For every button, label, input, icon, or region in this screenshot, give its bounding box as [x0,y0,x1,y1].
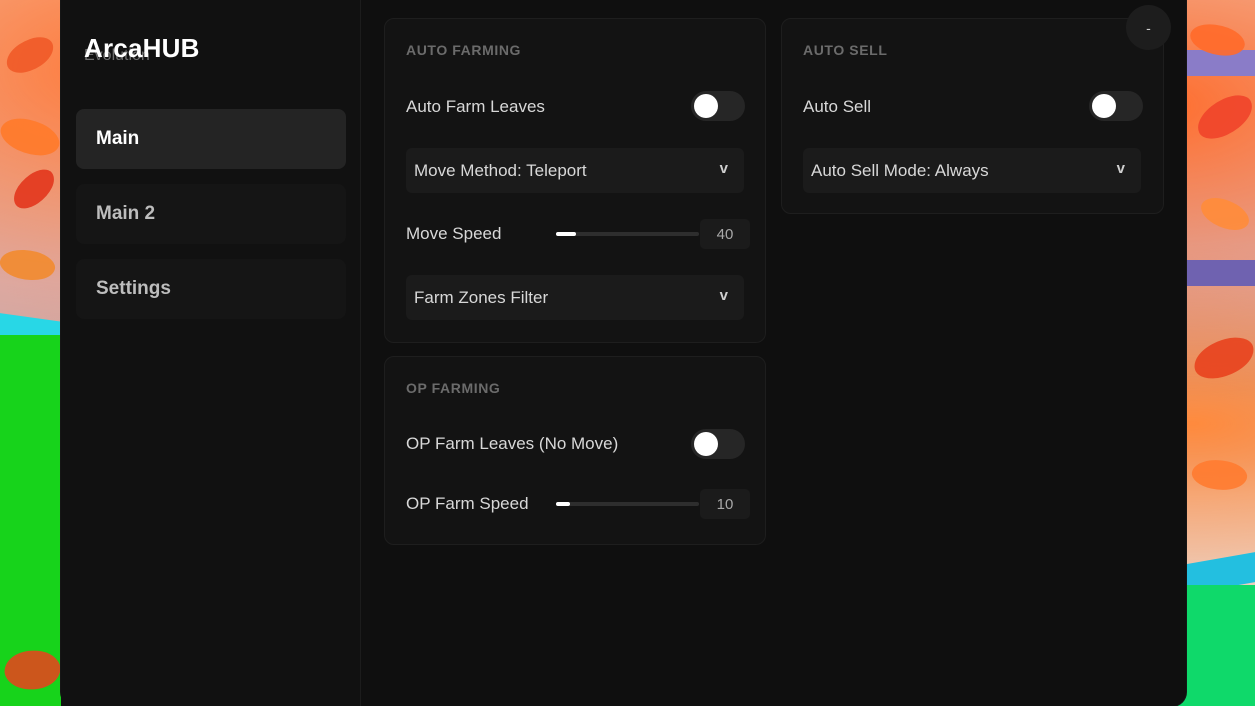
move-speed-slider[interactable] [556,232,699,236]
sidebar: Evolution ArcaHUB Main Main 2 Settings [61,0,361,706]
leaf-decoration [1190,88,1255,146]
chevron-down-icon: v [719,287,728,304]
sidebar-item-main-2[interactable]: Main 2 [76,184,346,244]
chevron-down-icon: v [719,160,728,177]
leaf-decoration [6,163,62,215]
dropdown-label: Farm Zones Filter [414,287,549,307]
section-title: OP FARMING [406,380,501,396]
chevron-down-icon: v [1116,160,1125,177]
move-speed-value[interactable]: 40 [700,219,750,249]
leaf-decoration [1196,189,1254,239]
auto-farm-leaves-toggle[interactable] [691,91,745,121]
op-farming-section: OP FARMING OP Farm Leaves (No Move) OP F… [384,356,766,545]
slider-fill [556,502,571,506]
hub-window: Evolution ArcaHUB Main Main 2 Settings A… [61,0,1186,706]
leaf-decoration [1,32,59,78]
minimize-button[interactable]: - [1126,5,1171,50]
app-title: ArcaHUB [84,33,200,63]
auto-sell-label: Auto Sell [803,97,872,116]
toggle-knob [694,432,718,456]
farm-zones-filter-dropdown[interactable]: Farm Zones Filter v [406,275,744,320]
auto-sell-toggle[interactable] [1089,91,1143,121]
op-farm-leaves-toggle[interactable] [691,429,745,459]
op-farm-speed-value[interactable]: 10 [700,489,750,519]
sidebar-item-main[interactable]: Main [76,109,346,169]
sidebar-item-settings[interactable]: Settings [76,259,346,319]
move-speed-label: Move Speed [406,224,502,243]
background-stripe [1175,260,1255,286]
op-farm-speed-label: OP Farm Speed [406,494,529,513]
move-method-dropdown[interactable]: Move Method: Teleport v [406,148,744,193]
leaf-decoration [1189,332,1255,384]
dropdown-label: Auto Sell Mode: Always [811,160,989,180]
toggle-knob [694,94,718,118]
dropdown-label: Move Method: Teleport [414,160,587,180]
auto-farming-section: AUTO FARMING Auto Farm Leaves Move Metho… [384,18,766,343]
auto-farm-leaves-label: Auto Farm Leaves [406,97,545,116]
auto-sell-mode-dropdown[interactable]: Auto Sell Mode: Always v [803,148,1141,193]
toggle-knob [1092,94,1116,118]
ground [1175,585,1255,706]
op-farm-speed-slider[interactable] [556,502,699,506]
section-title: AUTO FARMING [406,42,522,58]
leaf-decoration [1189,454,1250,496]
leaf-decoration [0,243,58,287]
op-farm-leaves-label: OP Farm Leaves (No Move) [406,434,619,453]
minimize-icon: - [1146,19,1151,36]
auto-sell-section: AUTO SELL Auto Sell Auto Sell Mode: Alwa… [781,18,1164,214]
slider-fill [556,232,577,236]
leaf-decoration [0,108,65,166]
section-title: AUTO SELL [803,42,888,58]
